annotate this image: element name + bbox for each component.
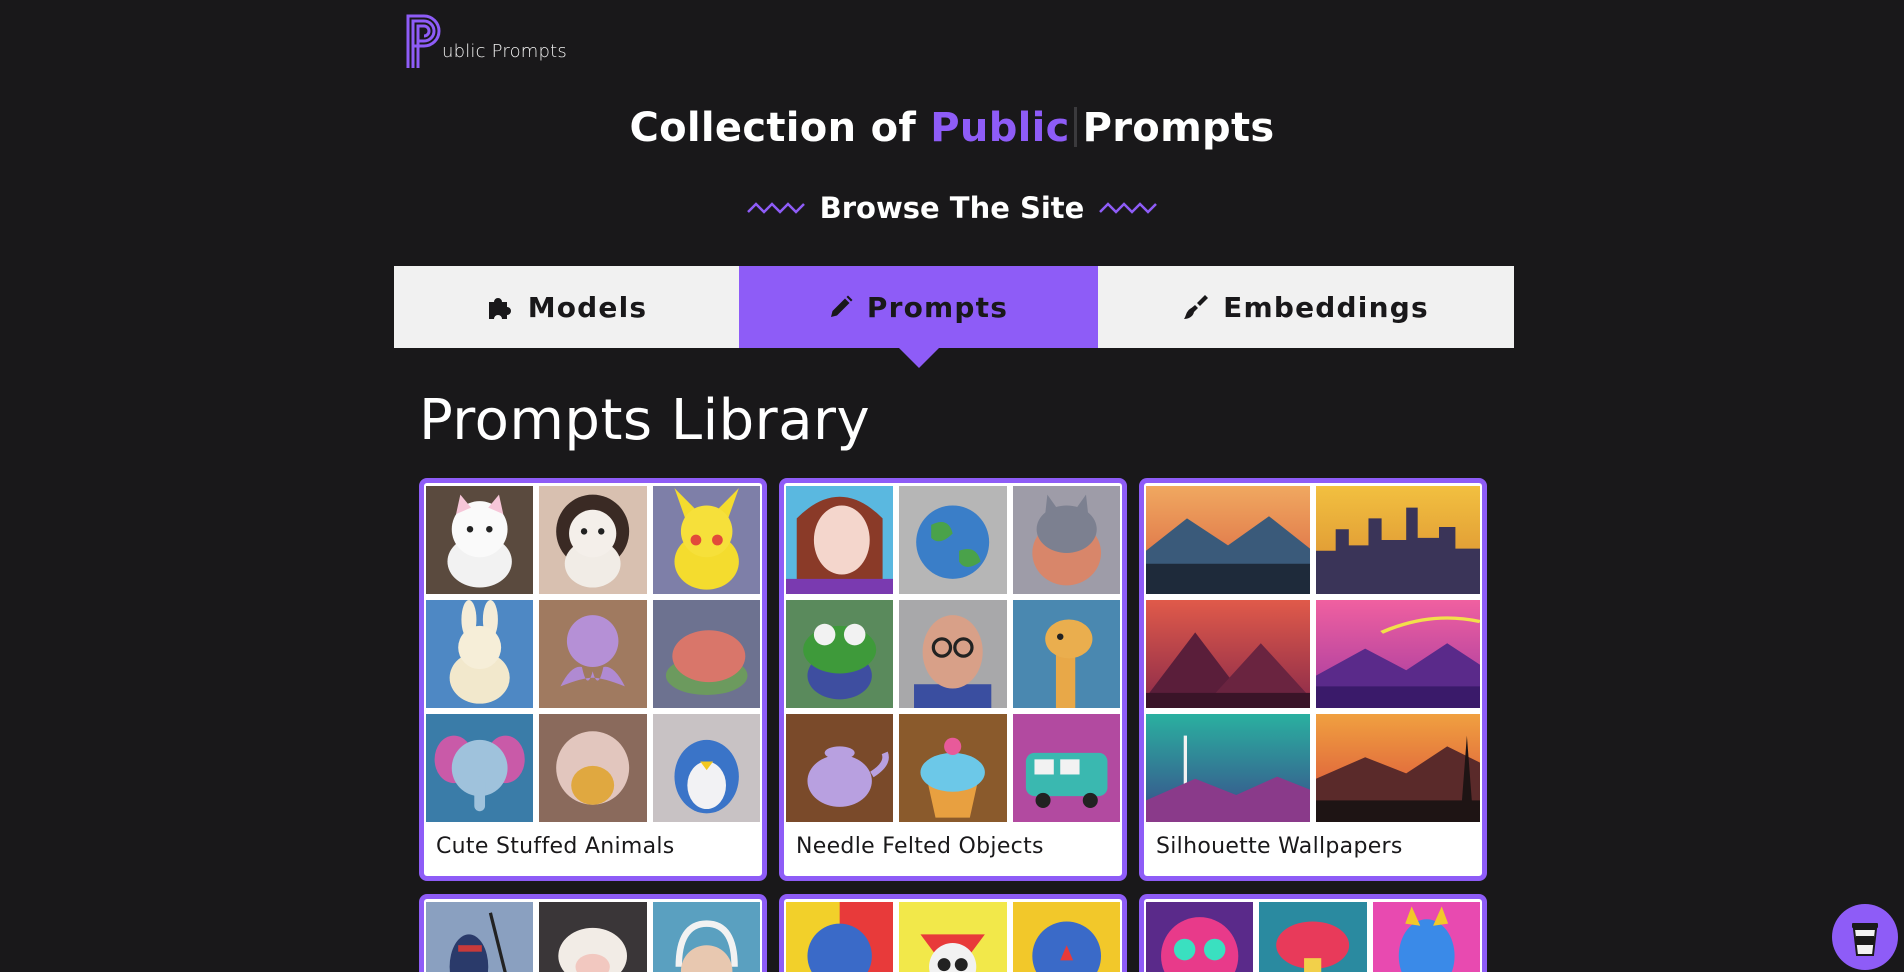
thumb-red-pyramids [1146,600,1310,708]
card-image-grid [784,483,1122,822]
thumb-purple-mountains [1316,600,1480,708]
thumb-stuffed-elephant [426,714,534,822]
thumb-monkey-headphones [652,902,760,972]
library-title: Prompts Library [419,388,871,453]
buy-me-a-coffee-button[interactable] [1832,904,1898,970]
card-title: Silhouette Wallpapers [1156,834,1403,859]
thumb-felted-man [899,600,1007,708]
coffee-cup-icon [1852,923,1878,956]
pencil-icon [830,295,853,317]
prompt-card-silhouette-wallpapers[interactable]: Silhouette Wallpapers [1139,478,1487,881]
tab-embeddings[interactable]: Embeddings [1098,266,1514,348]
hero-heading: Collection of Public Prompts [0,105,1904,151]
thumb-comic-aviator [786,902,894,972]
prompt-card-row2-col2[interactable] [779,894,1127,972]
thumb-psychedelic-mushroom [1259,902,1367,972]
thumb-stuffed-lion [539,486,647,594]
thumb-felted-girl [786,486,894,594]
hero-text-after: Prompts [1082,105,1275,151]
thumb-teal-rocket [1146,714,1310,822]
typing-caret [1073,107,1077,147]
prompt-card-row2-col1[interactable] [419,894,767,972]
tab-models[interactable]: Models [394,266,739,348]
site-logo[interactable]: ublic Prompts [402,10,567,70]
thumb-stuffed-turtle [652,600,760,708]
thumb-city-skyline [1316,486,1480,594]
puzzle-icon [488,298,511,319]
browse-title: Browse The Site [819,191,1085,225]
thumb-felted-totoro [1012,486,1120,594]
thumb-felted-cupcake [899,714,1007,822]
zigzag-left-icon [746,202,805,214]
thumb-stuffed-penguin [652,714,760,822]
section-tabs: Models Prompts Embeddings [394,266,1514,368]
card-image-grid [424,899,762,972]
card-image-grid [424,483,762,822]
card-image-grid [1144,483,1482,822]
hero-text-before: Collection of [629,105,917,151]
thumb-felted-teapot [786,714,894,822]
prompt-card-needle-felted-objects[interactable]: Needle Felted Objects [779,478,1127,881]
card-image-grid [1144,899,1482,972]
thumb-stuffed-hedgehog [539,714,647,822]
card-title: Cute Stuffed Animals [436,834,675,859]
thumb-sheep [539,902,647,972]
thumb-sunset-mountains [1146,486,1310,594]
thumb-stuffed-bunny [426,600,534,708]
thumb-stuffed-octopus [539,600,647,708]
brush-icon [1184,295,1209,319]
thumb-ninja [426,902,534,972]
card-title: Needle Felted Objects [796,834,1044,859]
thumb-psychedelic-giraffe [1372,902,1480,972]
thumb-stuffed-pikachu [652,486,760,594]
hero-text-accent: Public [930,105,1070,151]
zigzag-right-icon [1099,202,1158,214]
logo-p-icon [406,14,441,68]
thumb-stuffed-cat [426,486,534,594]
thumb-comic-panda [899,902,1007,972]
logo-text: ublic Prompts [442,41,568,62]
thumb-felted-giraffe [1012,600,1120,708]
prompt-card-row2-col3[interactable] [1139,894,1487,972]
tab-prompts[interactable]: Prompts [739,266,1098,368]
prompt-card-cute-stuffed-animals[interactable]: Cute Stuffed Animals [419,478,767,881]
thumb-psychedelic-face [1146,902,1254,972]
thumb-felted-bus [1012,714,1120,822]
browse-heading: Browse The Site [0,191,1904,225]
thumb-comic-hero [1012,902,1120,972]
thumb-felted-globe [899,486,1007,594]
card-image-grid [784,899,1122,972]
thumb-felted-frog [786,600,894,708]
thumb-orange-deer [1316,714,1480,822]
